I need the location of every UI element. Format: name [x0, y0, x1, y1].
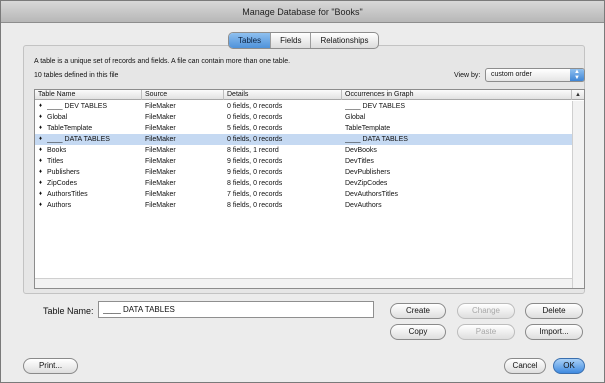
delete-button[interactable]: Delete [525, 303, 583, 319]
cell-table-name: AuthorsTitles [47, 191, 88, 198]
table-row[interactable]: ♦ Authors FileMaker 8 fields, 0 records DevA… [35, 200, 572, 211]
table-row[interactable]: ♦ Books FileMaker 8 fields, 1 record DevBook… [35, 145, 572, 156]
cell-details: 7 fields, 0 records [227, 191, 283, 198]
cell-table-name: Titles [47, 158, 64, 165]
tables-list[interactable]: Table Name Source Details Occurrences in… [34, 89, 585, 289]
table-row[interactable]: ♦ Publishers FileMaker 9 fields, 0 records D… [35, 167, 572, 178]
sort-up-arrow-icon[interactable]: ▲ [571, 90, 584, 100]
cell-occurrences: DevPublishers [345, 169, 391, 176]
row-bullet-icon: ♦ [39, 114, 43, 120]
horizontal-scrollbar[interactable] [35, 278, 572, 288]
tab-tables[interactable]: Tables [229, 33, 272, 48]
cell-occurrences: DevTitles [345, 158, 374, 165]
row-bullet-icon: ♦ [39, 180, 43, 186]
cell-occurrences: DevZipCodes [345, 180, 388, 187]
cell-source: FileMaker [145, 103, 176, 110]
table-name-label: Table Name: [43, 306, 94, 316]
cell-table-name: Authors [47, 202, 72, 209]
cell-source: FileMaker [145, 136, 176, 143]
create-button[interactable]: Create [390, 303, 446, 319]
change-button[interactable]: Change [457, 303, 515, 319]
cell-table-name: TableTemplate [47, 125, 93, 132]
cell-details: 8 fields, 0 records [227, 180, 283, 187]
cell-source: FileMaker [145, 202, 176, 209]
manage-database-window: Manage Database for "Books" Tables Field… [0, 0, 605, 383]
table-header: Table Name Source Details Occurrences in… [35, 90, 584, 100]
table-body: ♦ ____ DEV TABLES FileMaker 0 fields, 0 rec… [35, 101, 572, 211]
view-by-value: custom order [491, 71, 532, 78]
column-header-details[interactable]: Details [224, 90, 342, 100]
row-bullet-icon: ♦ [39, 125, 43, 131]
table-count-text: 10 tables defined in this file [34, 72, 119, 79]
cell-occurrences: DevBooks [345, 147, 377, 154]
row-bullet-icon: ♦ [39, 103, 43, 109]
cell-details: 5 fields, 0 records [227, 125, 283, 132]
table-row[interactable]: ♦ Global FileMaker 0 fields, 0 records Globa… [35, 112, 572, 123]
row-bullet-icon: ♦ [39, 136, 43, 142]
cell-source: FileMaker [145, 158, 176, 165]
cell-details: 0 fields, 0 records [227, 136, 283, 143]
cell-table-name: Books [47, 147, 67, 154]
cancel-button[interactable]: Cancel [504, 358, 546, 374]
cell-table-name: Publishers [47, 169, 80, 176]
cell-details: 0 fields, 0 records [227, 114, 283, 121]
cell-occurrences: TableTemplate [345, 125, 391, 132]
cell-occurrences: DevAuthors [345, 202, 382, 209]
cell-source: FileMaker [145, 147, 176, 154]
cell-source: FileMaker [145, 180, 176, 187]
cell-occurrences: Global [345, 114, 366, 121]
cell-details: 9 fields, 0 records [227, 169, 283, 176]
description-text: A table is a unique set of records and f… [34, 58, 291, 65]
cell-source: FileMaker [145, 169, 176, 176]
column-header-table-name[interactable]: Table Name [35, 90, 142, 100]
import-button[interactable]: Import... [525, 324, 583, 340]
cell-occurrences: ____ DATA TABLES [345, 136, 408, 143]
cell-details: 9 fields, 0 records [227, 158, 283, 165]
row-bullet-icon: ♦ [39, 169, 43, 175]
vertical-scrollbar[interactable] [572, 101, 584, 288]
table-row[interactable]: ♦ AuthorsTitles FileMaker 7 fields, 0 recor… [35, 189, 572, 200]
table-row[interactable]: ♦ ____ DEV TABLES FileMaker 0 fields, 0 rec… [35, 101, 572, 112]
row-bullet-icon: ♦ [39, 158, 43, 164]
tab-fields[interactable]: Fields [271, 33, 312, 48]
view-by-select[interactable]: custom order ▲ ▼ [485, 68, 585, 82]
cell-details: 8 fields, 0 records [227, 202, 283, 209]
paste-button[interactable]: Paste [457, 324, 515, 340]
row-bullet-icon: ♦ [39, 191, 43, 197]
cell-source: FileMaker [145, 125, 176, 132]
cell-occurrences: ____ DEV TABLES [345, 103, 406, 110]
copy-button[interactable]: Copy [390, 324, 446, 340]
print-button[interactable]: Print... [23, 358, 78, 374]
table-row[interactable]: ♦ ZipCodes FileMaker 8 fields, 0 records Dev… [35, 178, 572, 189]
table-row[interactable]: ♦ Titles FileMaker 9 fields, 0 records DevTi… [35, 156, 572, 167]
cell-occurrences: DevAuthorsTitles [345, 191, 399, 198]
window-title: Manage Database for "Books" [1, 1, 604, 23]
cell-table-name: Global [47, 114, 68, 121]
cell-source: FileMaker [145, 114, 176, 121]
cell-table-name: ZipCodes [47, 180, 77, 187]
cell-table-name: ____ DEV TABLES [47, 103, 108, 110]
cell-source: FileMaker [145, 191, 176, 198]
cell-details: 8 fields, 1 record [227, 147, 279, 154]
ok-button[interactable]: OK [553, 358, 585, 374]
row-bullet-icon: ♦ [39, 147, 43, 153]
view-by-label: View by: [454, 72, 481, 79]
tab-relationships[interactable]: Relationships [311, 33, 377, 48]
column-header-occurrences[interactable]: Occurrences in Graph [342, 90, 572, 100]
table-row[interactable]: ♦ TableTemplate FileMaker 5 fields, 0 recor… [35, 123, 572, 134]
cell-table-name: ____ DATA TABLES [47, 136, 110, 143]
up-down-arrows-icon: ▲ ▼ [570, 69, 584, 81]
table-row[interactable]: ♦ ____ DATA TABLES FileMaker 0 fields, 0 re… [35, 134, 572, 145]
row-bullet-icon: ♦ [39, 202, 43, 208]
column-header-source[interactable]: Source [142, 90, 224, 100]
table-name-field[interactable] [98, 301, 374, 318]
tab-bar: Tables Fields Relationships [228, 32, 379, 49]
cell-details: 0 fields, 0 records [227, 103, 283, 110]
